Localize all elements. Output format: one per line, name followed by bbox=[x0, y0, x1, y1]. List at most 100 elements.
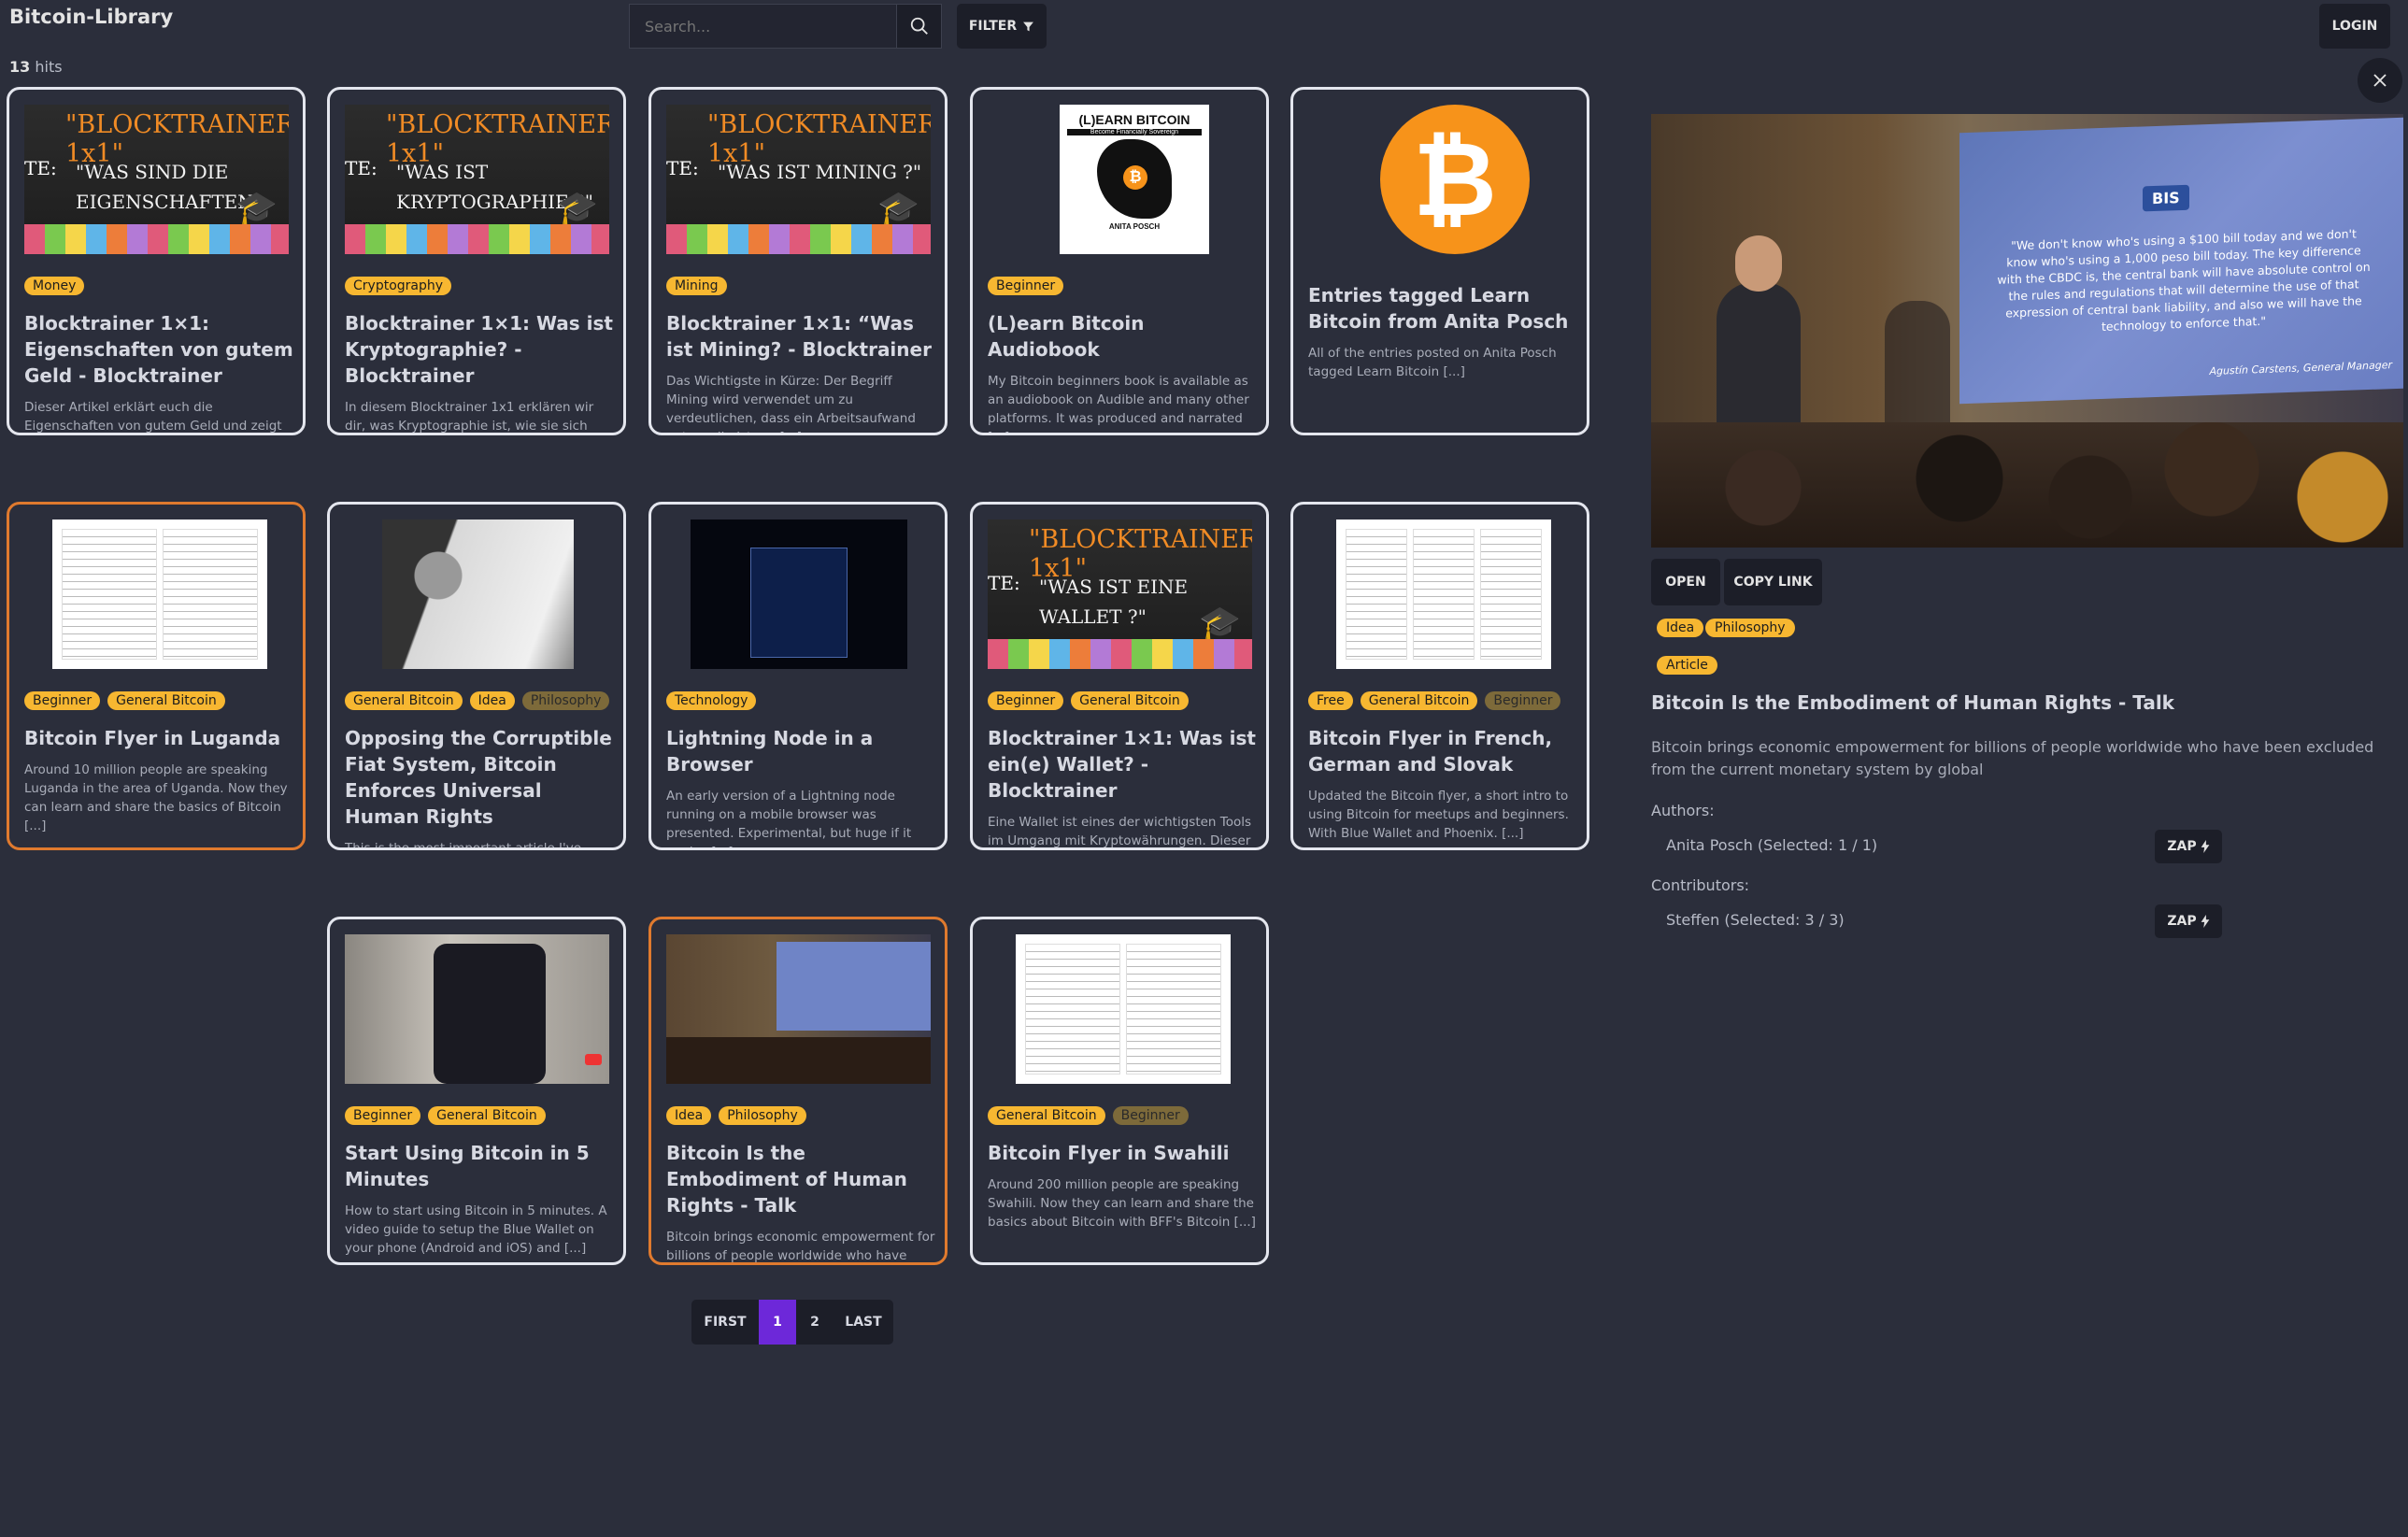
card-title-block: Blocktrainer 1×1: Was ist Kryptographie?… bbox=[345, 310, 614, 434]
card-title-block: Bitcoin Flyer in Luganda Around 10 millio… bbox=[24, 725, 293, 835]
graduation-cap-icon: 🎓 bbox=[556, 190, 598, 228]
open-button[interactable]: OPEN bbox=[1651, 559, 1720, 605]
chalk-sticks bbox=[666, 224, 931, 254]
tag-badge[interactable]: Technology bbox=[666, 691, 757, 710]
zap-author-button[interactable]: ZAP bbox=[2155, 830, 2222, 863]
result-card[interactable]: Technology Lightning Node in a Browser An … bbox=[648, 502, 948, 850]
detail-title: Bitcoin Is the Embodiment of Human Right… bbox=[1651, 691, 2174, 714]
graduation-cap-icon: 🎓 bbox=[877, 190, 919, 228]
tag-badge[interactable]: Cryptography bbox=[345, 277, 452, 295]
card-description: All of the entries posted on Anita Posch… bbox=[1308, 346, 1557, 379]
tag-badge[interactable]: Idea bbox=[666, 1106, 712, 1125]
tag-badge[interactable]: General Bitcoin bbox=[107, 691, 225, 710]
app-title[interactable]: Bitcoin-Library bbox=[9, 6, 173, 28]
card-title: Lightning Node in a Browser bbox=[666, 727, 874, 776]
result-card[interactable]: Beginner General Bitcoin Bitcoin Flyer in … bbox=[7, 502, 306, 850]
card-description: Dieser Artikel erklärt euch die Eigensch… bbox=[24, 400, 282, 434]
page-2-button[interactable]: 2 bbox=[796, 1300, 834, 1345]
search-input[interactable] bbox=[630, 5, 896, 48]
detail-tag-philosophy[interactable]: Philosophy bbox=[1705, 619, 1795, 637]
copy-link-button[interactable]: COPY LINK bbox=[1724, 559, 1822, 605]
card-tags: Idea Philosophy bbox=[666, 1106, 806, 1125]
search-button[interactable] bbox=[896, 5, 941, 48]
zap-contributor-button[interactable]: ZAP bbox=[2155, 904, 2222, 938]
tag-badge[interactable]: General Bitcoin bbox=[1071, 691, 1189, 710]
page-1-button[interactable]: 1 bbox=[759, 1300, 796, 1345]
result-card[interactable]: ₿ Entries tagged Learn Bitcoin from Anita… bbox=[1290, 87, 1589, 435]
video-thumbnail bbox=[345, 934, 609, 1084]
tag-badge[interactable]: Beginner bbox=[24, 691, 101, 710]
bolt-icon bbox=[2201, 840, 2209, 853]
tag-badge[interactable]: Beginner bbox=[1112, 1106, 1189, 1125]
tag-badge[interactable]: Philosophy bbox=[521, 691, 610, 710]
card-title-block: Lightning Node in a Browser An early vers… bbox=[666, 725, 935, 847]
tag-badge[interactable]: General Bitcoin bbox=[988, 1106, 1105, 1125]
tag-badge[interactable]: Free bbox=[1308, 691, 1353, 710]
page-first-button[interactable]: FIRST bbox=[691, 1300, 759, 1345]
card-thumbnail bbox=[666, 934, 931, 1084]
tag-badge[interactable]: Money bbox=[24, 277, 85, 295]
card-thumbnail: "BLOCKTRAINER 1x1" TE: "WAS IST KRYPTOGRAP… bbox=[345, 105, 609, 254]
close-panel-button[interactable] bbox=[2358, 58, 2402, 103]
card-description: This is the most important article I've … bbox=[345, 841, 582, 850]
card-thumbnail bbox=[345, 934, 609, 1084]
card-tags: General Bitcoin Idea Philosophy bbox=[345, 691, 610, 710]
book-author: ANITA POSCH bbox=[1108, 222, 1161, 231]
flyer-column bbox=[1480, 529, 1542, 660]
tag-badge[interactable]: General Bitcoin bbox=[345, 691, 463, 710]
result-card[interactable]: "BLOCKTRAINER 1x1" TE: "WAS IST MINING ?" 🎓… bbox=[648, 87, 948, 435]
card-thumbnail bbox=[345, 519, 609, 669]
graduation-cap-icon: 🎓 bbox=[1199, 605, 1241, 643]
card-description: Das Wichtigste in Kürze: Der Begriff Min… bbox=[666, 374, 916, 433]
tag-badge[interactable]: General Bitcoin bbox=[1360, 691, 1478, 710]
tag-badge[interactable]: Beginner bbox=[988, 277, 1064, 295]
chalkboard-image: "BLOCKTRAINER 1x1" TE: "WAS IST KRYPTOGRAP… bbox=[345, 105, 609, 254]
result-card[interactable]: Free General Bitcoin Beginner Bitcoin Flyer… bbox=[1290, 502, 1589, 850]
tag-badge[interactable]: Beginner bbox=[345, 1106, 421, 1125]
zap-label: ZAP bbox=[2167, 839, 2197, 854]
tag-badge[interactable]: Beginner bbox=[988, 691, 1064, 710]
africa-bitcoin-icon: ₿ bbox=[1097, 139, 1172, 219]
login-button[interactable]: LOGIN bbox=[2319, 4, 2390, 49]
result-card[interactable]: General Bitcoin Idea Philosophy Opposing th… bbox=[327, 502, 626, 850]
filter-button[interactable]: FILTER bbox=[957, 4, 1047, 49]
card-tags: Beginner General Bitcoin bbox=[988, 691, 1189, 710]
hits-label: hits bbox=[35, 58, 63, 76]
contributor-item: Steffen (Selected: 3 / 3) bbox=[1666, 911, 1845, 929]
bitcoin-logo-icon: ₿ bbox=[1380, 105, 1530, 254]
book-cover: (L)EARN BITCOIN Become Financially Sovere… bbox=[1060, 105, 1209, 254]
page-last-button[interactable]: LAST bbox=[834, 1300, 893, 1345]
tag-badge[interactable]: Philosophy bbox=[719, 1106, 806, 1125]
result-card[interactable]: "BLOCKTRAINER 1x1" TE: "WAS SIND DIE EIGEN… bbox=[7, 87, 306, 435]
tag-badge[interactable]: Beginner bbox=[1485, 691, 1561, 710]
flyer-column bbox=[1413, 529, 1475, 660]
flyer-image bbox=[52, 519, 267, 669]
result-card[interactable]: "BLOCKTRAINER 1x1" TE: "WAS IST EINE WALLE… bbox=[970, 502, 1269, 850]
card-description: Eine Wallet ist eines der wichtigsten To… bbox=[988, 815, 1252, 848]
result-card[interactable]: (L)EARN BITCOIN Become Financially Sovere… bbox=[970, 87, 1269, 435]
result-card[interactable]: Idea Philosophy Bitcoin Is the Embodiment … bbox=[648, 917, 948, 1265]
play-icon bbox=[585, 1054, 602, 1065]
card-title-block: Opposing the Corruptible Fiat System, Bi… bbox=[345, 725, 614, 850]
card-description: In diesem Blocktrainer 1x1 erklären wir … bbox=[345, 400, 594, 434]
card-description: Around 200 million people are speaking S… bbox=[988, 1177, 1256, 1230]
card-thumbnail bbox=[666, 519, 931, 669]
article-photo bbox=[382, 519, 574, 669]
card-thumbnail: "BLOCKTRAINER 1x1" TE: "WAS IST MINING ?" 🎓 bbox=[666, 105, 931, 254]
detail-tag-article[interactable]: Article bbox=[1657, 656, 1717, 675]
tag-badge[interactable]: Idea bbox=[469, 691, 515, 710]
slide-thumb bbox=[777, 942, 931, 1031]
flyer-column bbox=[62, 529, 157, 660]
graduation-cap-icon: 🎓 bbox=[235, 190, 278, 228]
result-card[interactable]: "BLOCKTRAINER 1x1" TE: "WAS IST KRYPTOGRAP… bbox=[327, 87, 626, 435]
result-card[interactable]: Beginner General Bitcoin Start Using Bitco… bbox=[327, 917, 626, 1265]
card-title-block: Bitcoin Is the Embodiment of Human Right… bbox=[666, 1140, 935, 1262]
tag-badge[interactable]: General Bitcoin bbox=[428, 1106, 546, 1125]
card-title: Entries tagged Learn Bitcoin from Anita … bbox=[1308, 284, 1569, 333]
card-thumbnail: "BLOCKTRAINER 1x1" TE: "WAS SIND DIE EIGEN… bbox=[24, 105, 289, 254]
tag-badge[interactable]: Mining bbox=[666, 277, 727, 295]
detail-tag-idea[interactable]: Idea bbox=[1657, 619, 1704, 637]
result-card[interactable]: General Bitcoin Beginner Bitcoin Flyer in … bbox=[970, 917, 1269, 1265]
card-description: My Bitcoin beginners book is available a… bbox=[988, 374, 1249, 433]
card-tags: Beginner bbox=[988, 277, 1064, 295]
